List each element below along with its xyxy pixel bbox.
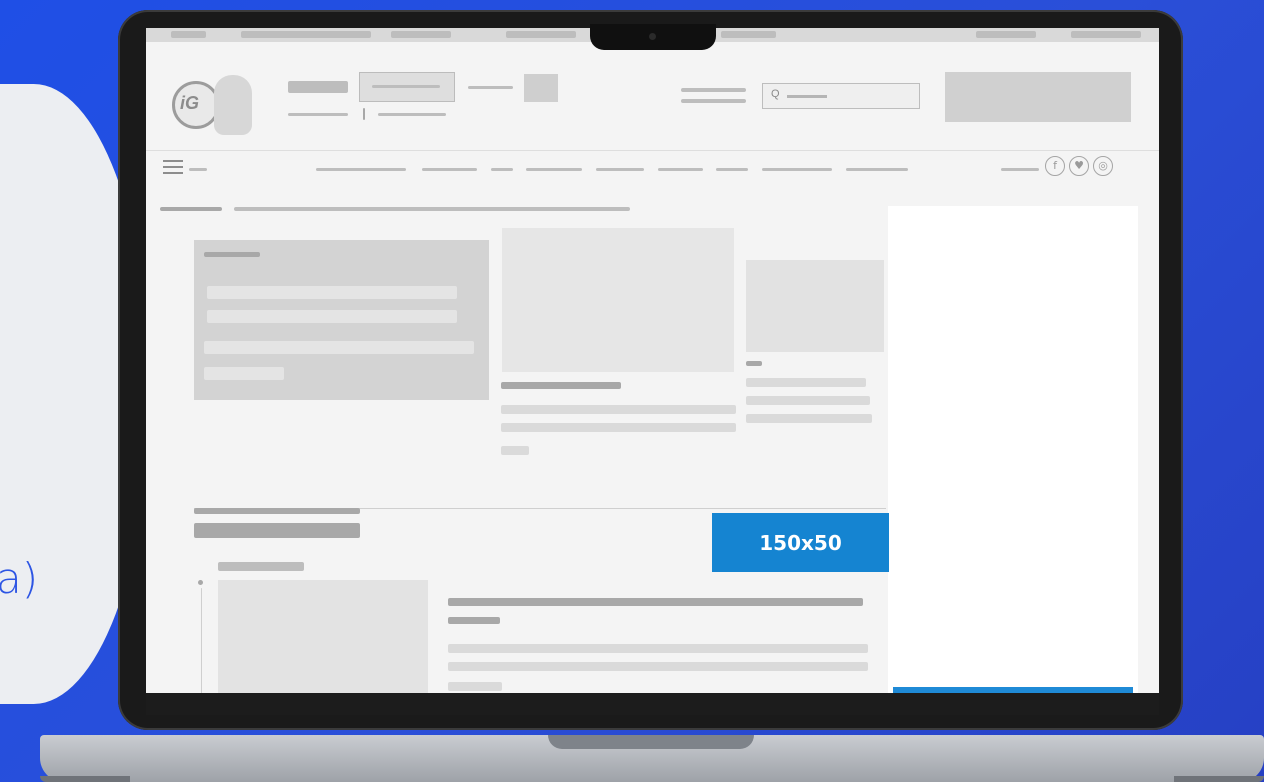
header-arrow-button[interactable] — [524, 74, 558, 102]
tab-placeholder[interactable] — [1071, 31, 1141, 38]
laptop-foot-left — [40, 776, 130, 782]
mascot-image — [214, 75, 252, 135]
breadcrumb-item[interactable] — [160, 207, 222, 211]
list-item-text-placeholder — [448, 644, 868, 653]
laptop-base — [40, 735, 1264, 782]
nav-divider — [146, 150, 1159, 151]
facebook-icon[interactable]: f — [1045, 156, 1065, 176]
side-text-placeholder — [746, 414, 872, 423]
list-item-text-placeholder — [448, 682, 502, 691]
side-tag-placeholder — [746, 361, 762, 366]
menu-label-placeholder — [189, 168, 207, 171]
news-title-placeholder[interactable] — [501, 382, 621, 389]
camera-notch — [590, 24, 716, 50]
nav-item[interactable] — [422, 168, 477, 171]
side-text-placeholder — [746, 378, 866, 387]
camera-icon — [649, 33, 656, 40]
nav-item[interactable] — [596, 168, 644, 171]
header-link-placeholder[interactable] — [681, 99, 746, 103]
divider — [363, 108, 365, 120]
header-text-placeholder — [468, 86, 513, 89]
timeline-line — [201, 588, 202, 693]
nav-item[interactable] — [762, 168, 832, 171]
nav-item[interactable] — [716, 168, 748, 171]
side-card-image[interactable] — [746, 260, 884, 352]
nav-item[interactable] — [658, 168, 703, 171]
section-heading-placeholder — [194, 523, 360, 538]
nav-item[interactable] — [491, 168, 513, 171]
news-card-image[interactable] — [502, 228, 734, 372]
header-text-placeholder — [378, 113, 446, 116]
nav-item[interactable] — [846, 168, 908, 171]
list-bullet-icon — [198, 580, 203, 585]
laptop-screen: iG Q f ♥ ◎ — [146, 28, 1159, 693]
header-text-placeholder — [288, 113, 348, 116]
tab-placeholder[interactable] — [506, 31, 576, 38]
search-input[interactable]: Q — [762, 83, 920, 109]
tab-placeholder[interactable] — [241, 31, 371, 38]
tab-placeholder[interactable] — [976, 31, 1036, 38]
search-icon: Q — [771, 88, 780, 100]
list-item-title-placeholder[interactable] — [448, 598, 863, 606]
hamburger-icon[interactable] — [163, 160, 183, 176]
sidebar-ad-column — [888, 206, 1138, 693]
breadcrumb-item[interactable] — [234, 207, 630, 211]
featured-card[interactable] — [194, 240, 489, 400]
nav-item[interactable] — [316, 168, 406, 171]
partial-heading-text: a) — [0, 554, 39, 603]
tab-placeholder[interactable] — [721, 31, 776, 38]
side-text-placeholder — [746, 396, 870, 405]
header-text-placeholder — [288, 81, 348, 93]
header-ad-placeholder — [945, 72, 1131, 122]
ad-size-badge: 150x50 — [712, 513, 889, 572]
logo-mark: iG — [180, 93, 200, 113]
news-text-placeholder — [501, 405, 736, 414]
list-item-meta-placeholder — [218, 562, 304, 571]
nav-item[interactable] — [526, 168, 582, 171]
list-item-image[interactable] — [218, 580, 428, 693]
news-text-placeholder — [501, 446, 529, 455]
section-heading-accent — [194, 508, 360, 514]
tab-placeholder[interactable] — [171, 31, 206, 38]
screen-bottom-bezel — [146, 693, 1159, 715]
social-label-placeholder — [1001, 168, 1039, 171]
list-item-title-placeholder[interactable] — [448, 617, 500, 624]
site-logo[interactable]: iG — [172, 65, 252, 145]
laptop-lip — [548, 735, 754, 749]
laptop-foot-right — [1174, 776, 1264, 782]
header-select-placeholder[interactable] — [359, 72, 455, 102]
tab-placeholder[interactable] — [391, 31, 451, 38]
news-text-placeholder — [501, 423, 736, 432]
header-link-placeholder[interactable] — [681, 88, 746, 92]
twitter-icon[interactable]: ♥ — [1069, 156, 1089, 176]
list-item-text-placeholder — [448, 662, 868, 671]
instagram-icon[interactable]: ◎ — [1093, 156, 1113, 176]
